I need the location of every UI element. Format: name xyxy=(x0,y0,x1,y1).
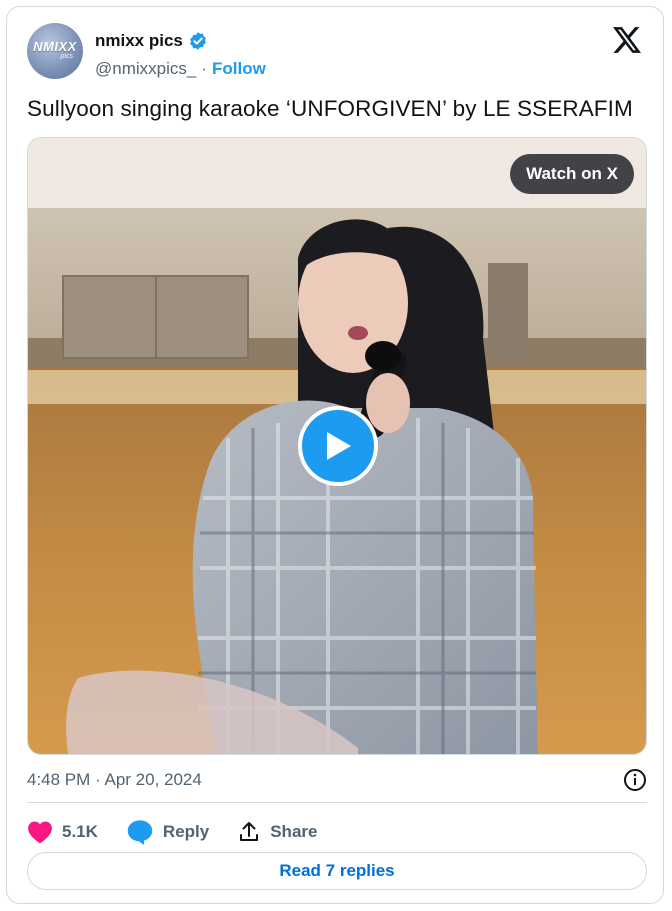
share-label: Share xyxy=(270,822,318,841)
reply-button[interactable]: Reply xyxy=(126,819,209,845)
tweet-text: Sullyoon singing karaoke ‘UNFORGIVEN’ by… xyxy=(27,96,633,121)
verified-badge-icon xyxy=(190,32,206,50)
author-handle-row: @nmixxpics_ · Follow xyxy=(95,59,266,79)
watch-on-x-button[interactable]: Watch on X xyxy=(510,154,634,194)
handle-separator: · xyxy=(201,59,208,78)
share-icon xyxy=(240,822,259,841)
share-button[interactable]: Share xyxy=(237,820,317,844)
author-display-name[interactable]: nmixx pics xyxy=(95,31,183,51)
like-count: 5.1K xyxy=(62,822,98,841)
play-button[interactable] xyxy=(298,406,378,486)
tweet-meta-row: 4:48 PM · Apr 20, 2024 xyxy=(27,767,647,793)
avatar-logo-text: NMIXX xyxy=(33,39,77,54)
reply-label: Reply xyxy=(162,822,210,841)
read-replies-button[interactable]: Read 7 replies xyxy=(27,852,647,890)
video-thumbnail[interactable]: Watch on X xyxy=(27,137,647,755)
tweet-timestamp[interactable]: 4:48 PM · Apr 20, 2024 xyxy=(27,770,202,790)
like-button[interactable]: 5.1K xyxy=(27,820,98,844)
play-icon xyxy=(327,432,351,460)
follow-link[interactable]: Follow xyxy=(212,59,266,79)
avatar[interactable]: NMIXX pics xyxy=(27,23,83,79)
action-bar: 5.1K Reply Share xyxy=(27,814,317,850)
avatar-logo-subtext: pics xyxy=(60,53,73,60)
heart-icon xyxy=(28,821,52,844)
author-name-row: nmixx pics xyxy=(95,31,208,51)
author-handle[interactable]: @nmixxpics_ xyxy=(95,59,196,79)
x-logo-icon[interactable] xyxy=(613,27,641,53)
divider xyxy=(27,802,647,803)
reply-bubble-icon xyxy=(127,820,153,845)
tweet-embed-card: NMIXX pics nmixx pics @nmixxpics_ · Foll… xyxy=(6,6,664,904)
info-icon[interactable] xyxy=(623,768,647,792)
